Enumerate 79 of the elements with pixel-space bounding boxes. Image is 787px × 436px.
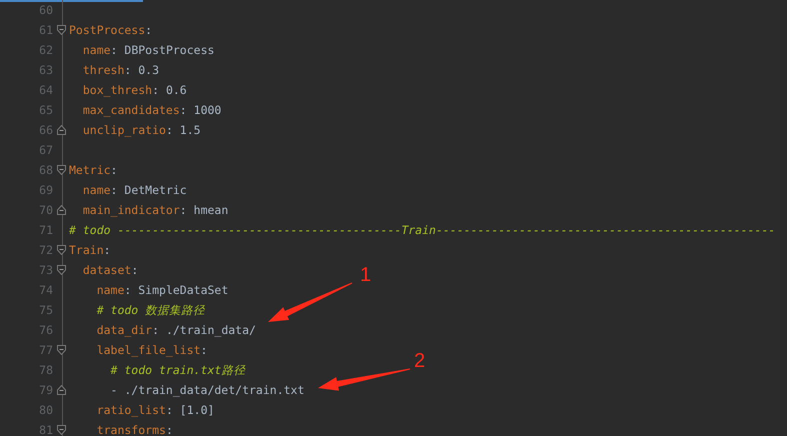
code-token: DBPostProcess [123, 43, 214, 57]
code-token: : [166, 423, 173, 436]
line-number: 79 [38, 383, 53, 397]
line-number: 66 [38, 123, 53, 137]
code-token: : [180, 203, 187, 217]
code-token: Metric [69, 163, 111, 177]
code-token: thresh [82, 63, 124, 77]
code-token: # todo train.txt路径 [110, 362, 246, 378]
code-token: : [110, 163, 118, 177]
line-number: 71 [38, 223, 53, 237]
fold-icon[interactable] [56, 205, 66, 215]
line-number: 69 [38, 183, 53, 197]
fold-icon[interactable] [56, 265, 66, 275]
code-token: PostProcess [69, 23, 146, 37]
code-token: - ./train_data/det/train.txt [110, 383, 304, 397]
fold-icon[interactable] [56, 385, 66, 395]
code-token: data_dir [96, 323, 152, 337]
line-number: 60 [38, 3, 53, 17]
line-number: 75 [38, 303, 53, 317]
line-number: 73 [38, 263, 53, 277]
code-token: : [104, 243, 111, 257]
code-token: # todo -----------------------------------------Train------------------------------------------------- [69, 223, 776, 237]
code-token: transforms [96, 423, 166, 436]
code-token: ./train_data/ [164, 323, 256, 337]
line-number: 61 [38, 23, 53, 37]
code-token: max_candidates [82, 103, 180, 117]
line-number: 77 [38, 343, 53, 357]
code-token: : [124, 283, 132, 297]
code-token: : [124, 63, 132, 77]
code-token: Train [69, 243, 104, 257]
fold-icon[interactable] [56, 125, 66, 135]
fold-icon[interactable] [56, 345, 66, 355]
annotation-number: 1 [360, 264, 372, 287]
line-number: 64 [38, 83, 53, 97]
code-token: : [145, 23, 152, 37]
line-number: 68 [38, 163, 53, 177]
code-token: box_thresh [82, 83, 152, 97]
line-number: 70 [38, 203, 53, 217]
code-token: : [152, 83, 160, 97]
annotation-number: 2 [414, 350, 426, 373]
code-token: dataset [82, 263, 132, 277]
line-number: 76 [38, 323, 53, 337]
line-number: 63 [38, 63, 53, 77]
code-token: : [166, 403, 173, 417]
line-number: 81 [38, 423, 53, 436]
code-token: # todo 数据集路径 [96, 302, 206, 318]
code-token: : [180, 103, 187, 117]
code-token: label_file_list [96, 343, 201, 357]
code-token: main_indicator [82, 203, 180, 217]
code-token: DetMetric [123, 183, 187, 197]
line-number: 72 [38, 243, 53, 257]
line-number: 78 [38, 363, 53, 377]
code-token: name [82, 183, 111, 197]
line-number: 65 [38, 103, 53, 117]
code-token: 1000 [192, 103, 222, 117]
line-number: 62 [38, 43, 53, 57]
line-number: 80 [38, 403, 53, 417]
code-token: : [110, 43, 118, 57]
code-token: : [152, 323, 160, 337]
code-token: name [96, 283, 124, 297]
fold-icon[interactable] [56, 425, 66, 435]
fold-icon[interactable] [56, 245, 66, 255]
line-number: 74 [38, 283, 53, 297]
code-token: 0.3 [137, 63, 160, 77]
code-token: ratio_list [96, 403, 166, 417]
code-token: SimpleDataSet [137, 283, 228, 297]
code-token: : [110, 183, 118, 197]
code-token: hmean [192, 203, 228, 217]
line-number: 67 [38, 143, 53, 157]
code-token: [1.0] [178, 403, 214, 417]
code-token: 1.5 [178, 123, 201, 137]
code-token: name [82, 43, 111, 57]
fold-icon[interactable] [56, 25, 66, 35]
code-token: : [200, 343, 208, 357]
code-token: : [131, 263, 138, 277]
code-token: : [166, 123, 173, 137]
code-token: 0.6 [164, 83, 187, 97]
code-token: unclip_ratio [82, 123, 166, 137]
fold-icon[interactable] [56, 165, 66, 175]
